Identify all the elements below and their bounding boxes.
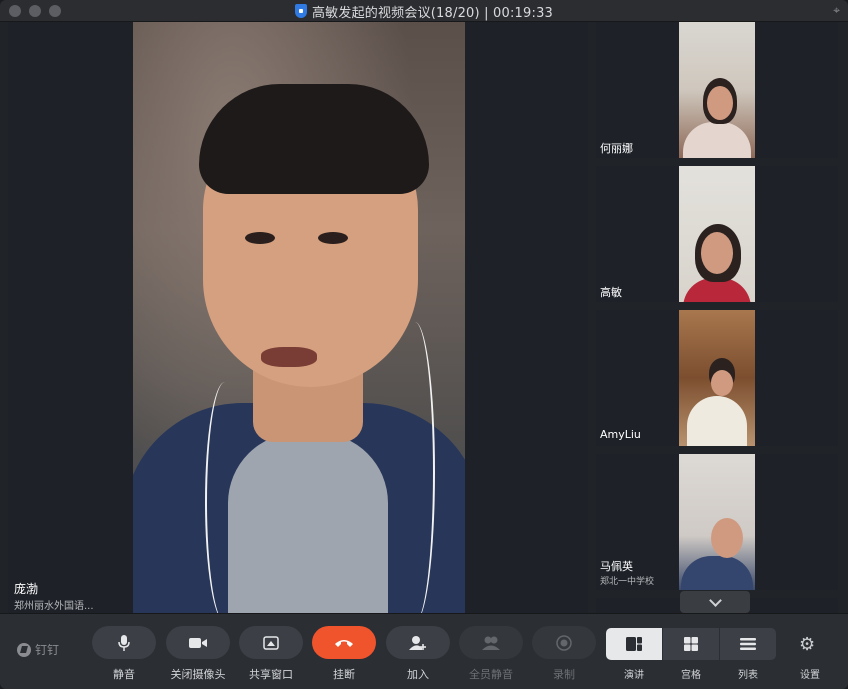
participant-face: [701, 232, 733, 274]
scroll-down-button[interactable]: [680, 591, 750, 613]
participant-body: [681, 556, 753, 590]
participant-video: [679, 22, 755, 158]
record-icon: [556, 634, 572, 651]
participant-body: [687, 396, 747, 446]
main-video-stage: 庞渤 郑州丽水外国语...: [8, 22, 588, 613]
meeting-toolbar: 钉钉 静音 关闭摄像头 共享窗口 挂断 加入 全员静音 录制 演讲 宫格 列表 …: [0, 613, 848, 689]
gear-icon[interactable]: ⚙: [799, 634, 815, 655]
hangup-phone-icon: [335, 639, 353, 647]
speaker-layout-icon: [626, 637, 642, 651]
hangup-button[interactable]: [312, 626, 376, 659]
video-camera-icon: [189, 637, 207, 648]
speaker-view-label: 演讲: [624, 670, 644, 681]
share-window-button[interactable]: [239, 626, 303, 659]
participant-body: [683, 122, 751, 158]
chevron-down-icon: [708, 593, 722, 607]
record-label: 录制: [553, 668, 575, 681]
speaker-view-button[interactable]: [606, 628, 662, 660]
dingtalk-logo-icon: [17, 642, 31, 657]
participant-video: [679, 310, 755, 446]
logo-text: 钉钉: [35, 643, 60, 657]
speaker-shirt: [228, 433, 388, 613]
list-layout-icon: [740, 638, 756, 650]
title-group: 高敏发起的视频会议(18/20) | 00:19:33: [0, 0, 848, 22]
participant-name: AmyLiu: [600, 428, 641, 441]
main-speaker-org: 郑州丽水外国语...: [14, 601, 94, 612]
add-participant-button[interactable]: [386, 626, 450, 659]
add-person-icon: [409, 635, 426, 650]
participant-face: [711, 370, 733, 396]
mute-all-icon: [482, 636, 500, 650]
view-mode-switcher: [606, 628, 776, 660]
record-button[interactable]: [532, 626, 596, 659]
main-speaker-video[interactable]: [133, 22, 465, 613]
earphone-wire-left: [205, 382, 245, 613]
earphone-wire-right: [395, 322, 435, 613]
participant-video: [679, 166, 755, 302]
participant-face: [707, 86, 733, 120]
grid-view-label: 宫格: [681, 670, 701, 681]
speaker-mouth: [261, 347, 317, 367]
speaker-eye-right: [318, 232, 348, 244]
participant-tile[interactable]: 马佩英 郑北一中学校: [596, 454, 838, 590]
grid-view-button[interactable]: [663, 628, 719, 660]
participant-name: 高敏: [600, 286, 622, 299]
participant-org: 郑北一中学校: [600, 577, 655, 587]
share-screen-icon: [263, 635, 279, 650]
participant-name: 何丽娜: [600, 142, 633, 155]
participant-tile[interactable]: 高敏: [596, 166, 838, 302]
participant-tile[interactable]: AmyLiu: [596, 310, 838, 446]
participant-tile[interactable]: 何丽娜: [596, 22, 838, 158]
participant-thumbnail-list: 何丽娜 高敏 AmyLiu 马佩英 郑北一中学校: [596, 22, 838, 613]
mute-all-button[interactable]: [459, 626, 523, 659]
participant-face: [711, 518, 743, 558]
microphone-icon: [118, 634, 130, 651]
participant-video: [679, 454, 755, 590]
participant-name: 马佩英: [600, 560, 633, 573]
meeting-window: 高敏发起的视频会议(18/20) | 00:19:33 ⌖ 庞渤 郑州丽水外国语…: [0, 0, 848, 689]
main-speaker-name: 庞渤: [14, 582, 39, 596]
pin-icon[interactable]: ⌖: [833, 3, 840, 18]
title-bar: 高敏发起的视频会议(18/20) | 00:19:33 ⌖: [0, 0, 848, 22]
camera-toggle-button[interactable]: [166, 626, 230, 659]
mute-button[interactable]: [92, 626, 156, 659]
speaker-hair: [199, 84, 429, 194]
list-view-button[interactable]: [720, 628, 776, 660]
window-title: 高敏发起的视频会议(18/20) | 00:19:33: [311, 5, 554, 21]
speaker-eye-left: [245, 232, 275, 244]
dingtalk-logo: 钉钉: [17, 641, 59, 658]
settings-label: 设置: [800, 670, 820, 681]
grid-layout-icon: [684, 637, 698, 651]
encryption-shield-icon: [294, 4, 307, 18]
list-view-label: 列表: [738, 670, 758, 681]
